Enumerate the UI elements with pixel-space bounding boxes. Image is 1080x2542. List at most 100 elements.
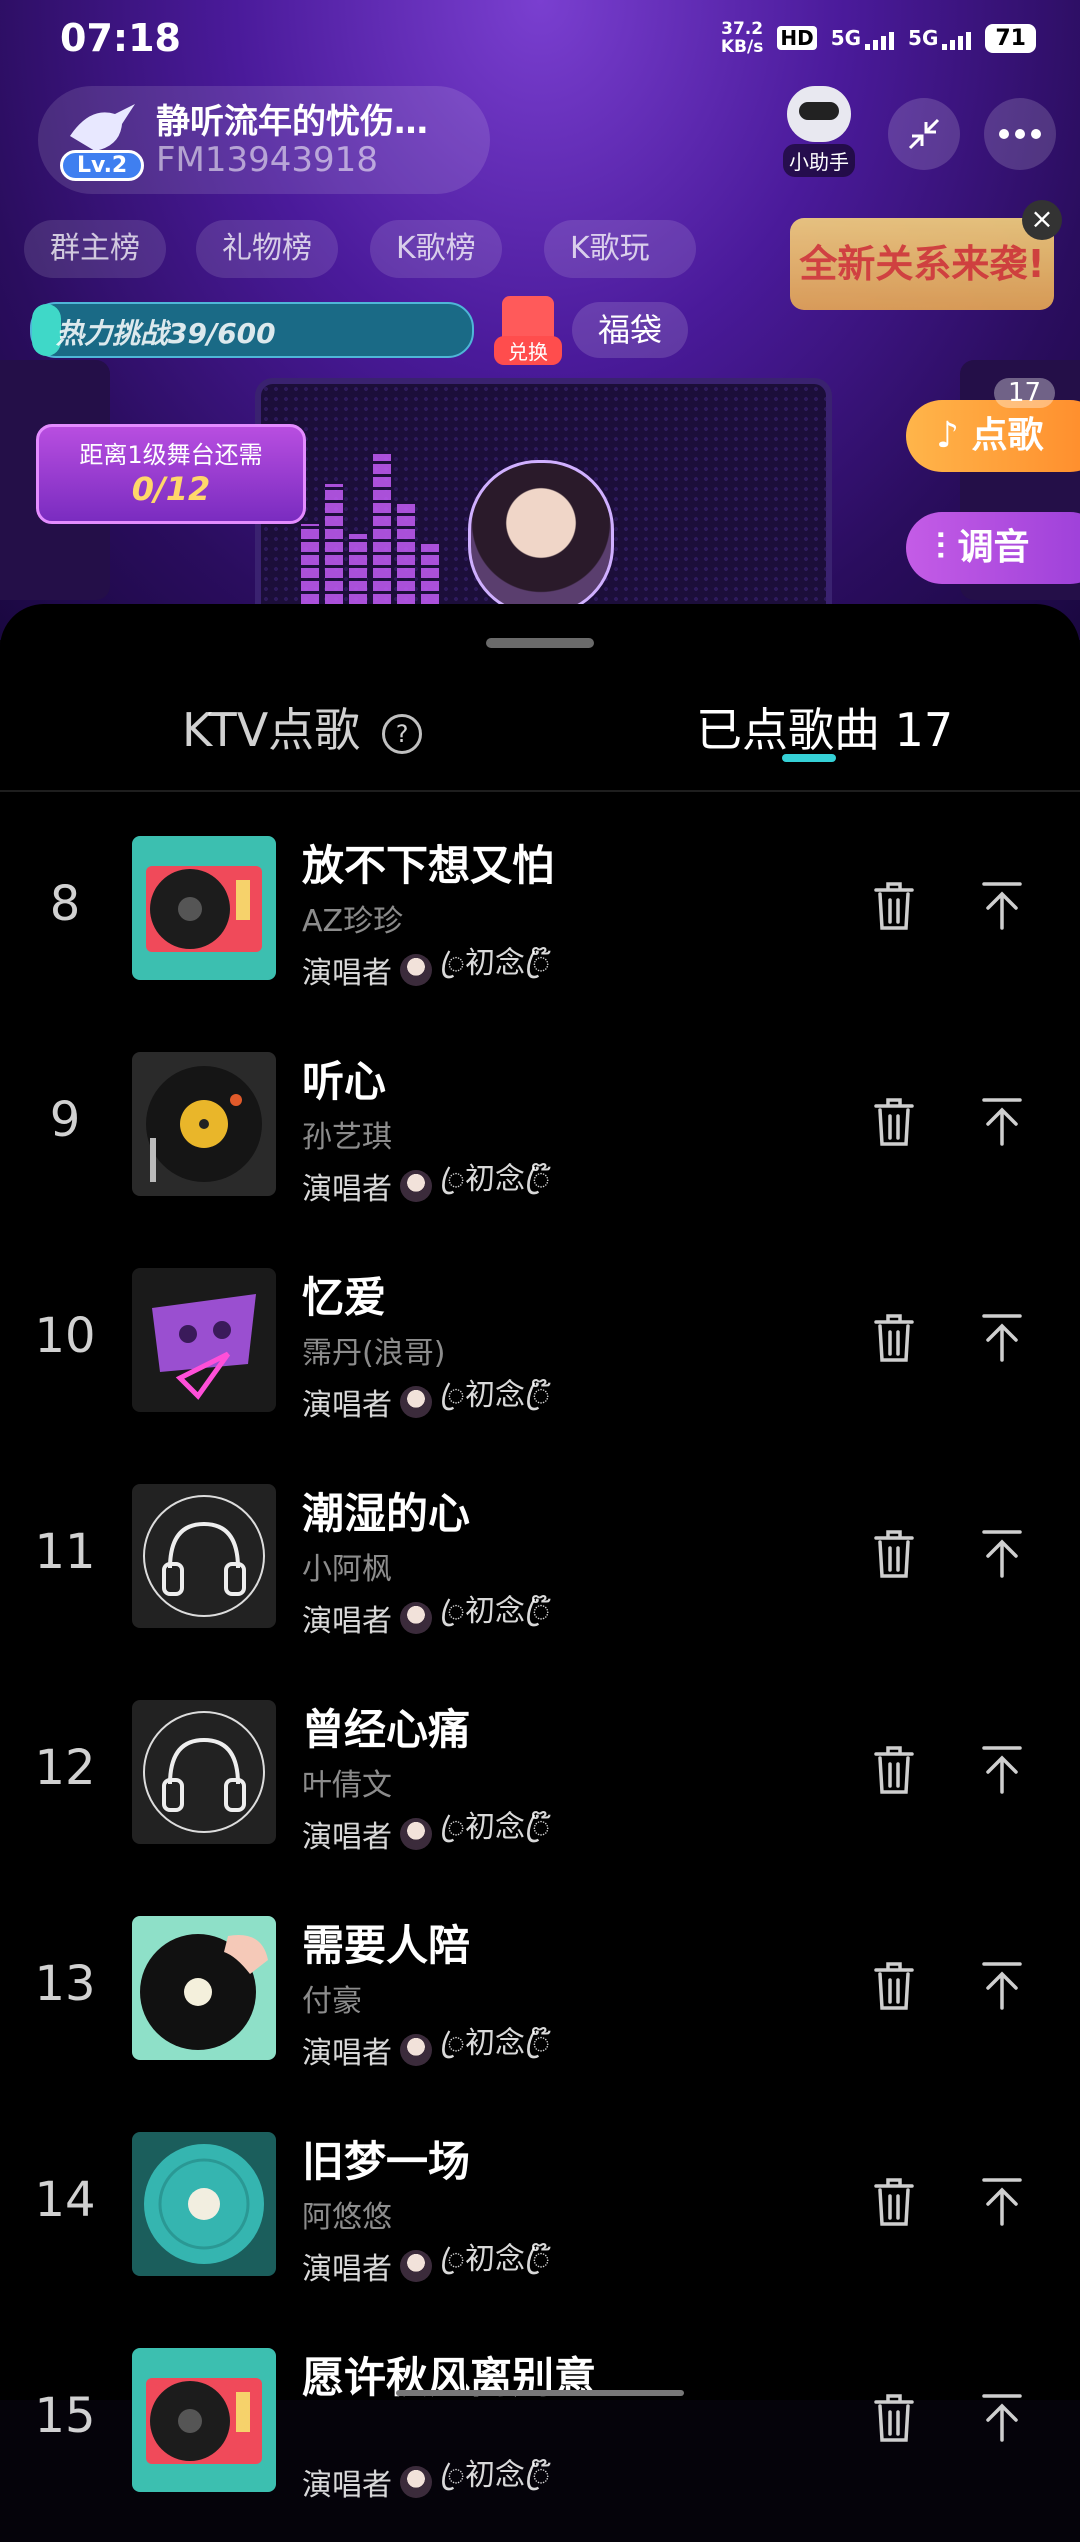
sim1-label: 5G [830,26,862,50]
promo-banner[interactable]: 全新关系来袭! [790,218,1054,310]
delete-song-button[interactable] [864,1944,924,2024]
more-dots-icon [999,129,1041,139]
song-row[interactable]: 9 听心 孙艺琪 演唱者 ꦿ初念ꦿ໊ [0,1030,1080,1246]
song-title: 放不下想又怕 [302,841,555,890]
song-rank: 10 [34,1308,96,1364]
tag-ksong-rank[interactable]: K歌榜 [370,220,502,278]
move-to-top-icon [982,1098,1022,1146]
pin-to-top-button[interactable] [972,1728,1032,1808]
song-title: 听心 [302,1057,387,1106]
host-avatar[interactable] [468,460,614,616]
network-speed: 37.2 KB/s [721,20,763,56]
home-indicator[interactable] [396,2390,684,2396]
hd-icon: HD [777,26,817,50]
robot-icon [787,86,851,142]
divider [0,790,1080,792]
delete-song-button[interactable] [864,1080,924,1160]
pin-to-top-button[interactable] [972,1080,1032,1160]
singer-prefix: 演唱者 [302,1819,392,1855]
pin-to-top-button[interactable] [972,1512,1032,1592]
tab-ktv-label: KTV点歌 [182,703,361,757]
singer-avatar [400,1817,432,1850]
trash-icon [874,1746,914,1794]
singer-avatar [400,2465,432,2498]
help-icon[interactable]: ? [382,714,423,754]
teal-record-icon [132,2132,276,2276]
singer-name: ꦿ初念ꦿ໊ [440,2458,550,2493]
minimize-button[interactable] [888,98,960,170]
delete-song-button[interactable] [864,864,924,944]
singer-prefix: 演唱者 [302,1387,392,1423]
singer-info: 演唱者 ꦿ初念ꦿ໊ [302,938,550,1001]
move-to-top-icon [982,2394,1022,2442]
pin-to-top-button[interactable] [972,2160,1032,2240]
singer-name: ꦿ初念ꦿ໊ [440,1810,550,1845]
headphones-icon [132,1700,276,1844]
exchange-label: 兑换 [494,336,562,365]
singer-name: ꦿ初念ꦿ໊ [440,1594,550,1629]
singer-prefix: 演唱者 [302,1171,392,1207]
more-button[interactable] [984,98,1056,170]
sheet-drag-handle[interactable] [486,638,594,648]
song-row[interactable]: 11 潮湿的心 小阿枫 演唱者 ꦿ初念ꦿ໊ [0,1462,1080,1678]
close-icon[interactable]: × [1022,200,1062,240]
delete-song-button[interactable] [864,1512,924,1592]
song-rank: 8 [49,876,81,932]
song-rank: 15 [34,2388,96,2444]
move-to-top-icon [982,882,1022,930]
song-row[interactable]: 15 愿许秋风离别意 演唱者 ꦿ初念ꦿ໊ [0,2326,1080,2542]
singer-avatar [400,953,432,986]
song-row[interactable]: 12 曾经心痛 叶倩文 演唱者 ꦿ初念ꦿ໊ [0,1678,1080,1894]
pin-to-top-button[interactable] [972,2376,1032,2456]
song-request-button[interactable]: ♪ 点歌 [906,400,1080,472]
queued-song-list: 8 放不下想又怕 AZ珍珍 演唱者 ꦿ初念ꦿ໊ 9 听心 孙艺琪 演唱者 ꦿ初念… [0,814,1080,2542]
trash-icon [874,2178,914,2226]
move-to-top-icon [982,1746,1022,1794]
network-speed-unit: KB/s [720,37,764,57]
pin-to-top-button[interactable] [972,1296,1032,1376]
collapse-arrows-icon [908,118,940,150]
stage-level-card[interactable]: 距离1级舞台还需 0/12 [36,424,306,524]
tab-queued-songs[interactable]: 已点歌曲 17 [696,694,953,760]
song-row[interactable]: 10 忆爱 霈丹(浪哥) 演唱者 ꦿ初念ꦿ໊ [0,1246,1080,1462]
tune-button[interactable]: ⫶ 调音 [906,512,1080,584]
song-rank: 14 [34,2172,96,2228]
singer-name: ꦿ初念ꦿ໊ [440,946,550,981]
song-row[interactable]: 13 需要人陪 付豪 演唱者 ꦿ初念ꦿ໊ [0,1894,1080,2110]
assistant-label: 小助手 [783,144,855,177]
room-info[interactable]: Lv.2 静听流年的忧伤… FM13943918 [38,86,490,194]
delete-song-button[interactable] [864,1728,924,1808]
lucky-bag-button[interactable]: 福袋 [572,302,689,358]
song-artist: 霈丹(浪哥) [302,1336,446,1371]
song-artist: AZ珍珍 [302,904,404,939]
song-title: 曾经心痛 [302,1705,471,1754]
tag-ksong-play[interactable]: K歌玩 [544,220,696,278]
song-row[interactable]: 8 放不下想又怕 AZ珍珍 演唱者 ꦿ初念ꦿ໊ [0,814,1080,1030]
song-rank: 12 [34,1740,96,1796]
tab-ktv-song[interactable]: KTV点歌? [182,694,423,760]
status-bar: 07:18 37.2 KB/s HD 5G 5G 71 [0,0,1080,80]
delete-song-button[interactable] [864,1296,924,1376]
pin-to-top-button[interactable] [972,864,1032,944]
delete-song-button[interactable] [864,2160,924,2240]
pin-to-top-button[interactable] [972,1944,1032,2024]
move-to-top-icon [982,1530,1022,1578]
song-artist: 付豪 [302,1984,362,2019]
delete-song-button[interactable] [864,2376,924,2456]
exchange-button[interactable]: 兑换 [494,296,562,365]
clock: 07:18 [60,16,181,60]
singer-avatar [400,1601,432,1634]
song-artist: 孙艺琪 [302,1120,392,1155]
assistant-button[interactable]: 小助手 [776,86,862,177]
tag-gift-rank[interactable]: 礼物榜 [196,220,338,278]
signal-5g-1-icon: 5G [830,26,895,50]
singer-name: ꦿ初念ꦿ໊ [440,1162,550,1197]
network-speed-value: 37.2 [721,19,764,39]
tag-owner-rank[interactable]: 群主榜 [24,220,166,278]
trash-icon [874,882,914,930]
singer-info: 演唱者 ꦿ初念ꦿ໊ [302,1586,550,1649]
singer-avatar [400,1385,432,1418]
battery-icon: 71 [985,23,1036,53]
heat-challenge-bar[interactable]: 热力挑战39/600 [30,302,474,358]
song-row[interactable]: 14 旧梦一场 阿悠悠 演唱者 ꦿ初念ꦿ໊ [0,2110,1080,2326]
